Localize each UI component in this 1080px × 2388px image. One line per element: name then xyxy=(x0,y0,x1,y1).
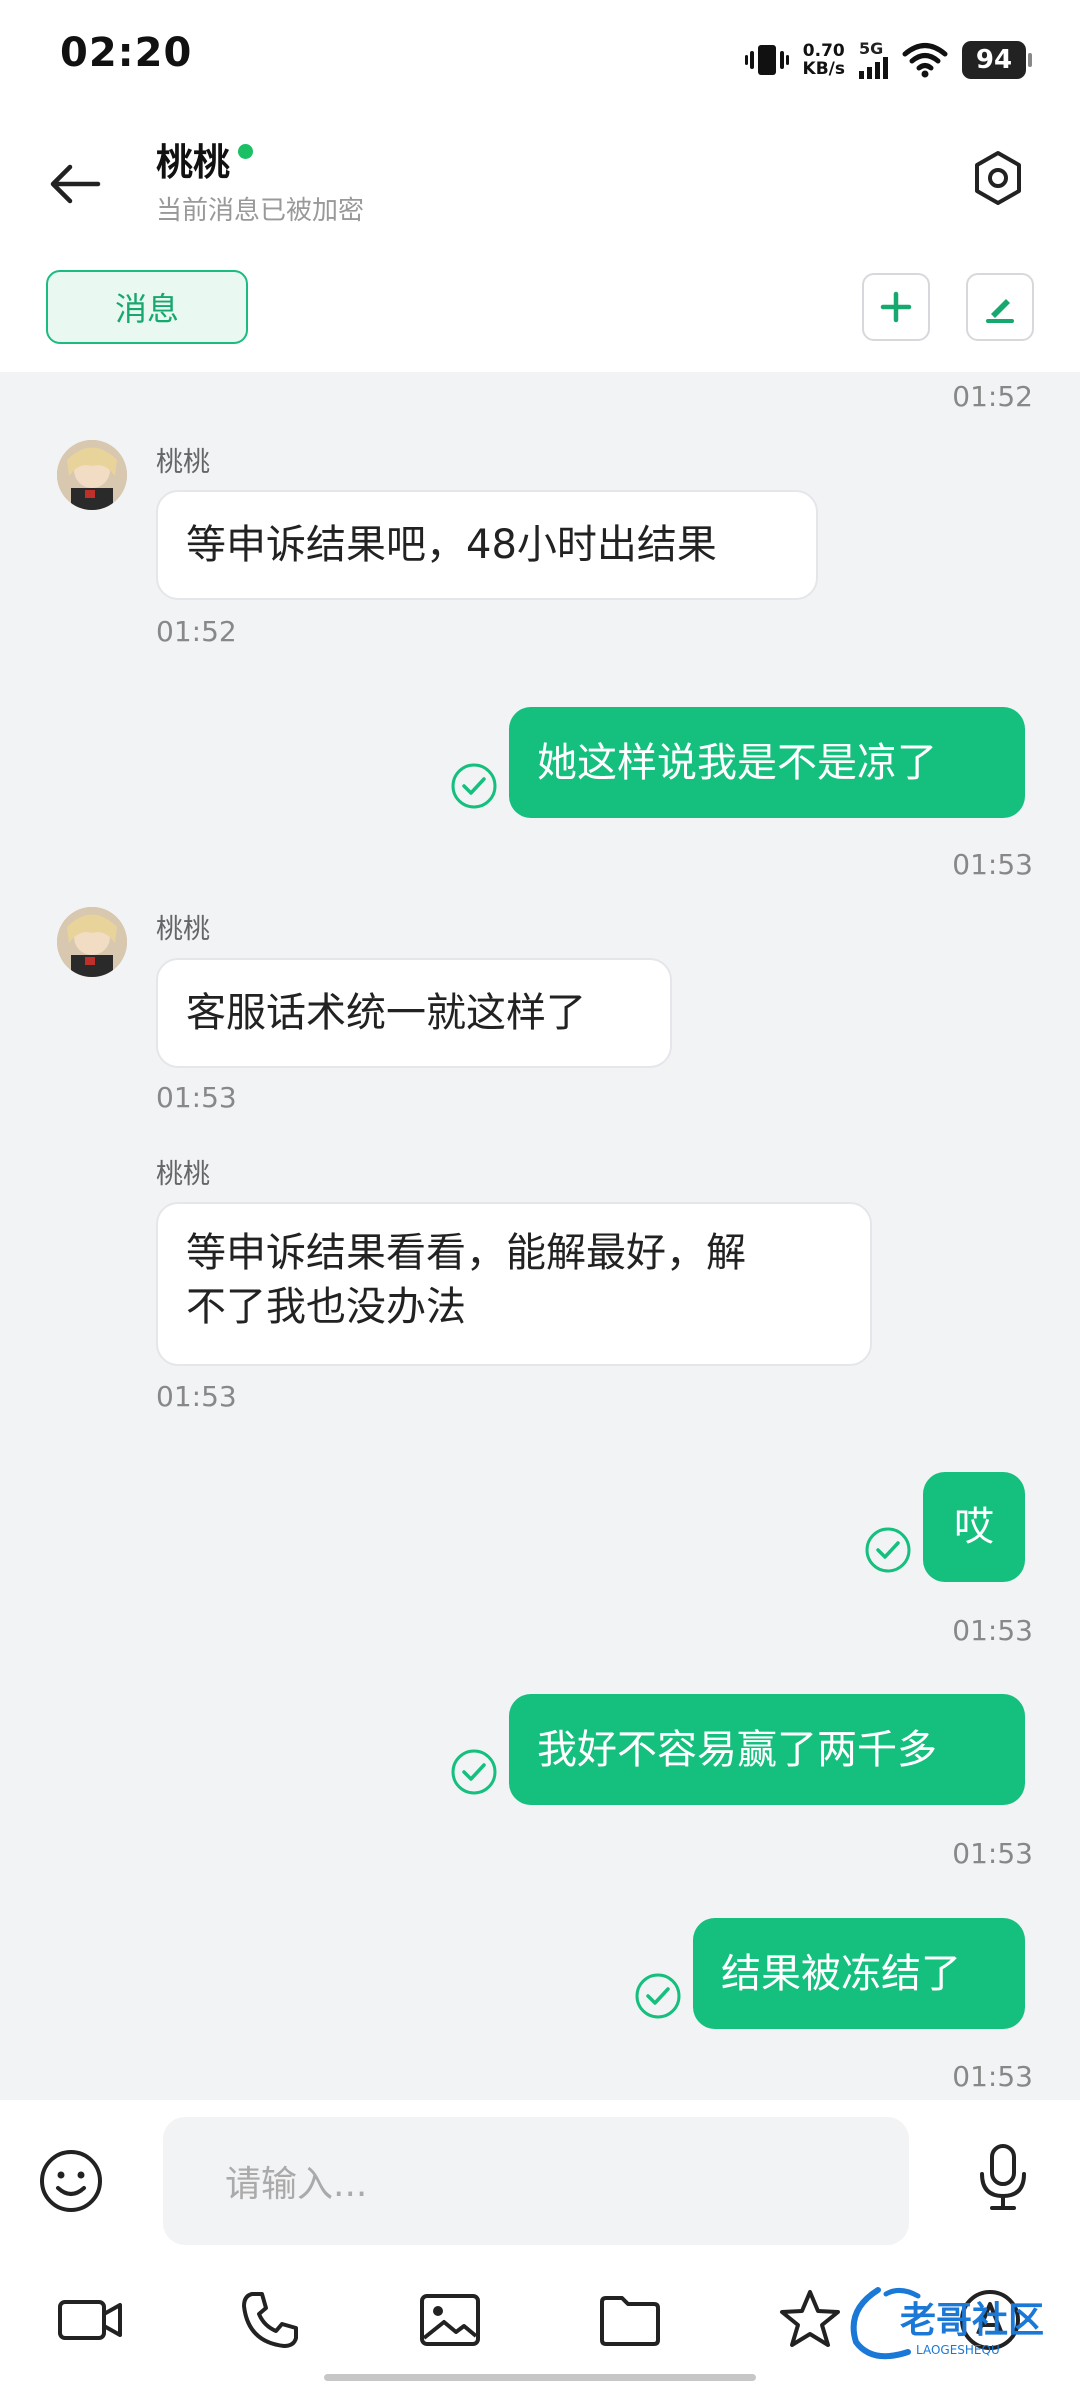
message-bubble-outgoing[interactable]: 她这样说我是不是凉了 xyxy=(509,707,1025,818)
online-status-dot xyxy=(238,144,253,159)
status-indicators: 0.70 KB/s 5G 94 xyxy=(744,30,1032,90)
message-list[interactable]: 01:52 桃桃 等申诉结果吧，48小时出结果 01:52 她这样说我是不是凉了… xyxy=(0,372,1080,2100)
message-bubble-incoming[interactable]: 等申诉结果看看，能解最好，解 不了我也没办法 xyxy=(156,1202,872,1366)
message-time: 01:52 xyxy=(156,615,237,648)
message-time: 01:53 xyxy=(952,2060,1033,2093)
message-bubble-incoming[interactable]: 等申诉结果吧，48小时出结果 xyxy=(156,490,818,600)
read-check-icon xyxy=(865,1527,911,1573)
bottom-toolbar: 老哥社区 LAOGESHEQU xyxy=(0,2250,1080,2388)
folder-icon[interactable] xyxy=(594,2284,666,2356)
contact-title[interactable]: 桃桃 xyxy=(156,132,253,186)
avatar-image xyxy=(57,440,127,510)
emoji-icon[interactable] xyxy=(38,2148,104,2214)
message-bubble-outgoing[interactable]: 结果被冻结了 xyxy=(693,1918,1025,2029)
back-arrow-icon[interactable] xyxy=(44,152,108,216)
encryption-notice: 当前消息已被加密 xyxy=(156,196,365,226)
chat-header: 桃桃 当前消息已被加密 消息 xyxy=(0,118,1080,368)
wifi-icon xyxy=(902,43,948,78)
message-bubble-outgoing[interactable]: 哎 xyxy=(923,1472,1025,1582)
message-time: 01:52 xyxy=(952,380,1033,413)
message-time: 01:53 xyxy=(156,1081,237,1114)
read-check-icon xyxy=(635,1973,681,2019)
message-bubble-incoming[interactable]: 客服话术统一就这样了 xyxy=(156,958,672,1068)
input-bar: 请输入... xyxy=(0,2100,1080,2250)
sender-name: 桃桃 xyxy=(156,1159,210,1190)
message-input[interactable]: 请输入... xyxy=(163,2117,909,2245)
cellular-signal-icon: 5G xyxy=(859,41,888,79)
status-time: 02:20 xyxy=(60,30,193,76)
home-indicator[interactable] xyxy=(324,2374,756,2381)
watermark-text: 老哥社区 xyxy=(900,2300,1044,2341)
watermark-logo: 老哥社区 LAOGESHEQU xyxy=(850,2287,1044,2360)
battery-indicator: 94 xyxy=(962,41,1032,79)
star-icon[interactable] xyxy=(774,2284,846,2356)
avatar-image xyxy=(57,907,127,977)
vibrate-icon xyxy=(744,45,789,75)
plus-icon xyxy=(880,291,912,323)
message-time: 01:53 xyxy=(156,1380,237,1413)
avatar[interactable] xyxy=(57,907,127,977)
microphone-icon[interactable] xyxy=(970,2142,1036,2212)
network-speed: 0.70 KB/s xyxy=(802,41,845,79)
image-icon[interactable] xyxy=(414,2284,486,2356)
message-time: 01:53 xyxy=(952,848,1033,881)
status-bar: 02:20 0.70 KB/s 5G 94 xyxy=(0,0,1080,118)
message-time: 01:53 xyxy=(952,1837,1033,1870)
tab-messages[interactable]: 消息 xyxy=(46,270,248,344)
sender-name: 桃桃 xyxy=(156,914,210,945)
add-button[interactable] xyxy=(862,273,930,341)
read-check-icon xyxy=(451,763,497,809)
read-check-icon xyxy=(451,1749,497,1795)
sender-name: 桃桃 xyxy=(156,447,210,478)
edit-pen-icon xyxy=(986,299,1014,323)
phone-icon[interactable] xyxy=(234,2284,306,2356)
message-time: 01:53 xyxy=(952,1614,1033,1647)
video-call-icon[interactable] xyxy=(54,2284,126,2356)
message-bubble-outgoing[interactable]: 我好不容易赢了两千多 xyxy=(509,1694,1025,1805)
settings-gear-icon[interactable] xyxy=(968,148,1028,208)
watermark-subtext: LAOGESHEQU xyxy=(916,2343,1000,2357)
avatar[interactable] xyxy=(57,440,127,510)
contact-name: 桃桃 xyxy=(156,141,230,184)
edit-button[interactable] xyxy=(966,273,1034,341)
